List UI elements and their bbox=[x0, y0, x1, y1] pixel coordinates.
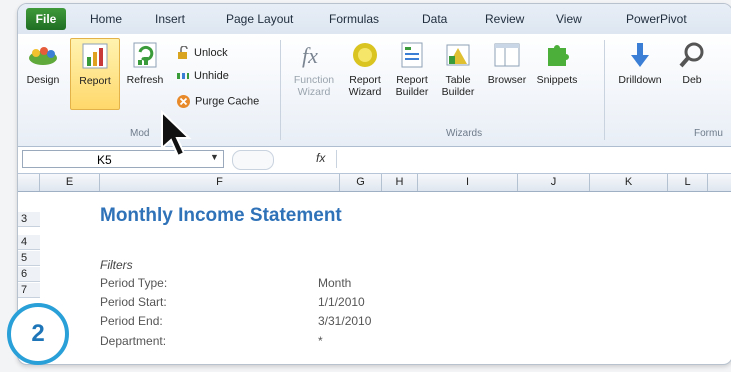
tab-data[interactable]: Data bbox=[422, 12, 447, 26]
ribbon-tab-bar: File Home Insert Page Layout Formulas Da… bbox=[18, 4, 731, 35]
column-header[interactable]: I bbox=[418, 174, 518, 191]
tab-page-layout[interactable]: Page Layout bbox=[226, 12, 293, 26]
row-header[interactable]: 7 bbox=[18, 283, 40, 298]
row-header[interactable]: 6 bbox=[18, 267, 40, 282]
column-header[interactable]: H bbox=[382, 174, 418, 191]
column-headers: E F G H I J K L bbox=[18, 174, 731, 192]
ribbon-body: Design Report Refresh Unlock Unhide Purg… bbox=[18, 34, 731, 147]
column-header[interactable]: E bbox=[40, 174, 100, 191]
column-header[interactable]: J bbox=[518, 174, 590, 191]
tab-file[interactable]: File bbox=[26, 8, 66, 30]
formula-input[interactable] bbox=[336, 150, 728, 168]
unhide-icon bbox=[177, 73, 189, 79]
model-group-label: Mod bbox=[130, 128, 150, 139]
field-value[interactable]: 1/1/2010 bbox=[318, 295, 365, 309]
group-separator bbox=[280, 40, 281, 140]
wizards-group-label: Wizards bbox=[446, 128, 483, 139]
tab-formulas[interactable]: Formulas bbox=[329, 12, 379, 26]
column-header[interactable]: K bbox=[590, 174, 668, 191]
design-button[interactable]: Design bbox=[18, 40, 68, 86]
purge-cache-button[interactable]: Purge Cache bbox=[176, 94, 259, 109]
unlock-button[interactable]: Unlock bbox=[176, 46, 228, 60]
column-header[interactable]: L bbox=[668, 174, 708, 191]
filters-label: Filters bbox=[100, 258, 133, 272]
unhide-button[interactable]: Unhide bbox=[176, 69, 229, 83]
puzzle-icon bbox=[548, 45, 569, 66]
field-label: Department: bbox=[100, 334, 167, 348]
column-header[interactable]: G bbox=[340, 174, 382, 191]
svg-text:fx: fx bbox=[302, 43, 318, 68]
field-label: Period End: bbox=[100, 314, 163, 328]
snippets-button[interactable]: Snippets bbox=[532, 40, 582, 86]
field-value[interactable]: 3/31/2010 bbox=[318, 314, 371, 328]
group-separator bbox=[604, 40, 605, 140]
field-value[interactable]: * bbox=[318, 334, 323, 348]
magnifier-icon bbox=[679, 42, 704, 68]
table-builder-button[interactable]: Table Builder bbox=[436, 40, 480, 98]
browser-button[interactable]: Browser bbox=[482, 40, 532, 86]
tab-review[interactable]: Review bbox=[485, 12, 524, 26]
row-header[interactable]: 5 bbox=[18, 251, 40, 266]
report-builder-icon bbox=[401, 42, 423, 68]
tab-powerpivot[interactable]: PowerPivot bbox=[626, 12, 687, 26]
refresh-icon bbox=[133, 42, 157, 68]
report-button[interactable]: Report bbox=[70, 38, 120, 110]
arrow-down-icon bbox=[631, 43, 649, 67]
excel-window: File Home Insert Page Layout Formulas Da… bbox=[17, 3, 731, 365]
step-number-badge: 2 bbox=[7, 303, 69, 365]
function-wizard-button[interactable]: fx Function Wizard bbox=[288, 40, 340, 98]
report-wizard-button[interactable]: Report Wizard bbox=[342, 40, 388, 98]
tab-insert[interactable]: Insert bbox=[155, 12, 185, 26]
field-value[interactable]: Month bbox=[318, 276, 351, 290]
column-header[interactable]: F bbox=[100, 174, 340, 191]
browser-icon bbox=[494, 43, 520, 67]
tab-view[interactable]: View bbox=[556, 12, 582, 26]
purge-cache-icon bbox=[177, 95, 190, 108]
tab-home[interactable]: Home bbox=[90, 12, 122, 26]
unlock-icon bbox=[178, 46, 188, 59]
formula-cancel-enter[interactable] bbox=[232, 150, 274, 170]
select-all-corner[interactable] bbox=[18, 174, 40, 191]
table-builder-icon bbox=[446, 44, 470, 66]
row-header[interactable]: 4 bbox=[18, 235, 40, 250]
report-builder-button[interactable]: Report Builder bbox=[390, 40, 434, 98]
field-label: Period Start: bbox=[100, 295, 167, 309]
report-title: Monthly Income Statement bbox=[100, 205, 342, 226]
design-icon bbox=[29, 47, 57, 65]
bar-chart-icon bbox=[82, 43, 108, 69]
wizard-orb-icon bbox=[353, 43, 377, 67]
mouse-cursor-icon bbox=[161, 110, 192, 158]
function-icon: fx bbox=[302, 43, 318, 68]
formula-bar: K5 ▼ fx bbox=[18, 147, 731, 174]
refresh-button[interactable]: Refresh bbox=[120, 40, 170, 86]
field-label: Period Type: bbox=[100, 276, 168, 290]
row-header[interactable]: 3 bbox=[18, 212, 40, 227]
formulas-group-label: Formu bbox=[694, 128, 723, 139]
drilldown-button[interactable]: Drilldown bbox=[612, 40, 668, 86]
chevron-down-icon[interactable]: ▼ bbox=[210, 152, 219, 162]
debug-button[interactable]: Deb bbox=[672, 40, 712, 86]
fx-icon[interactable]: fx bbox=[316, 151, 325, 165]
